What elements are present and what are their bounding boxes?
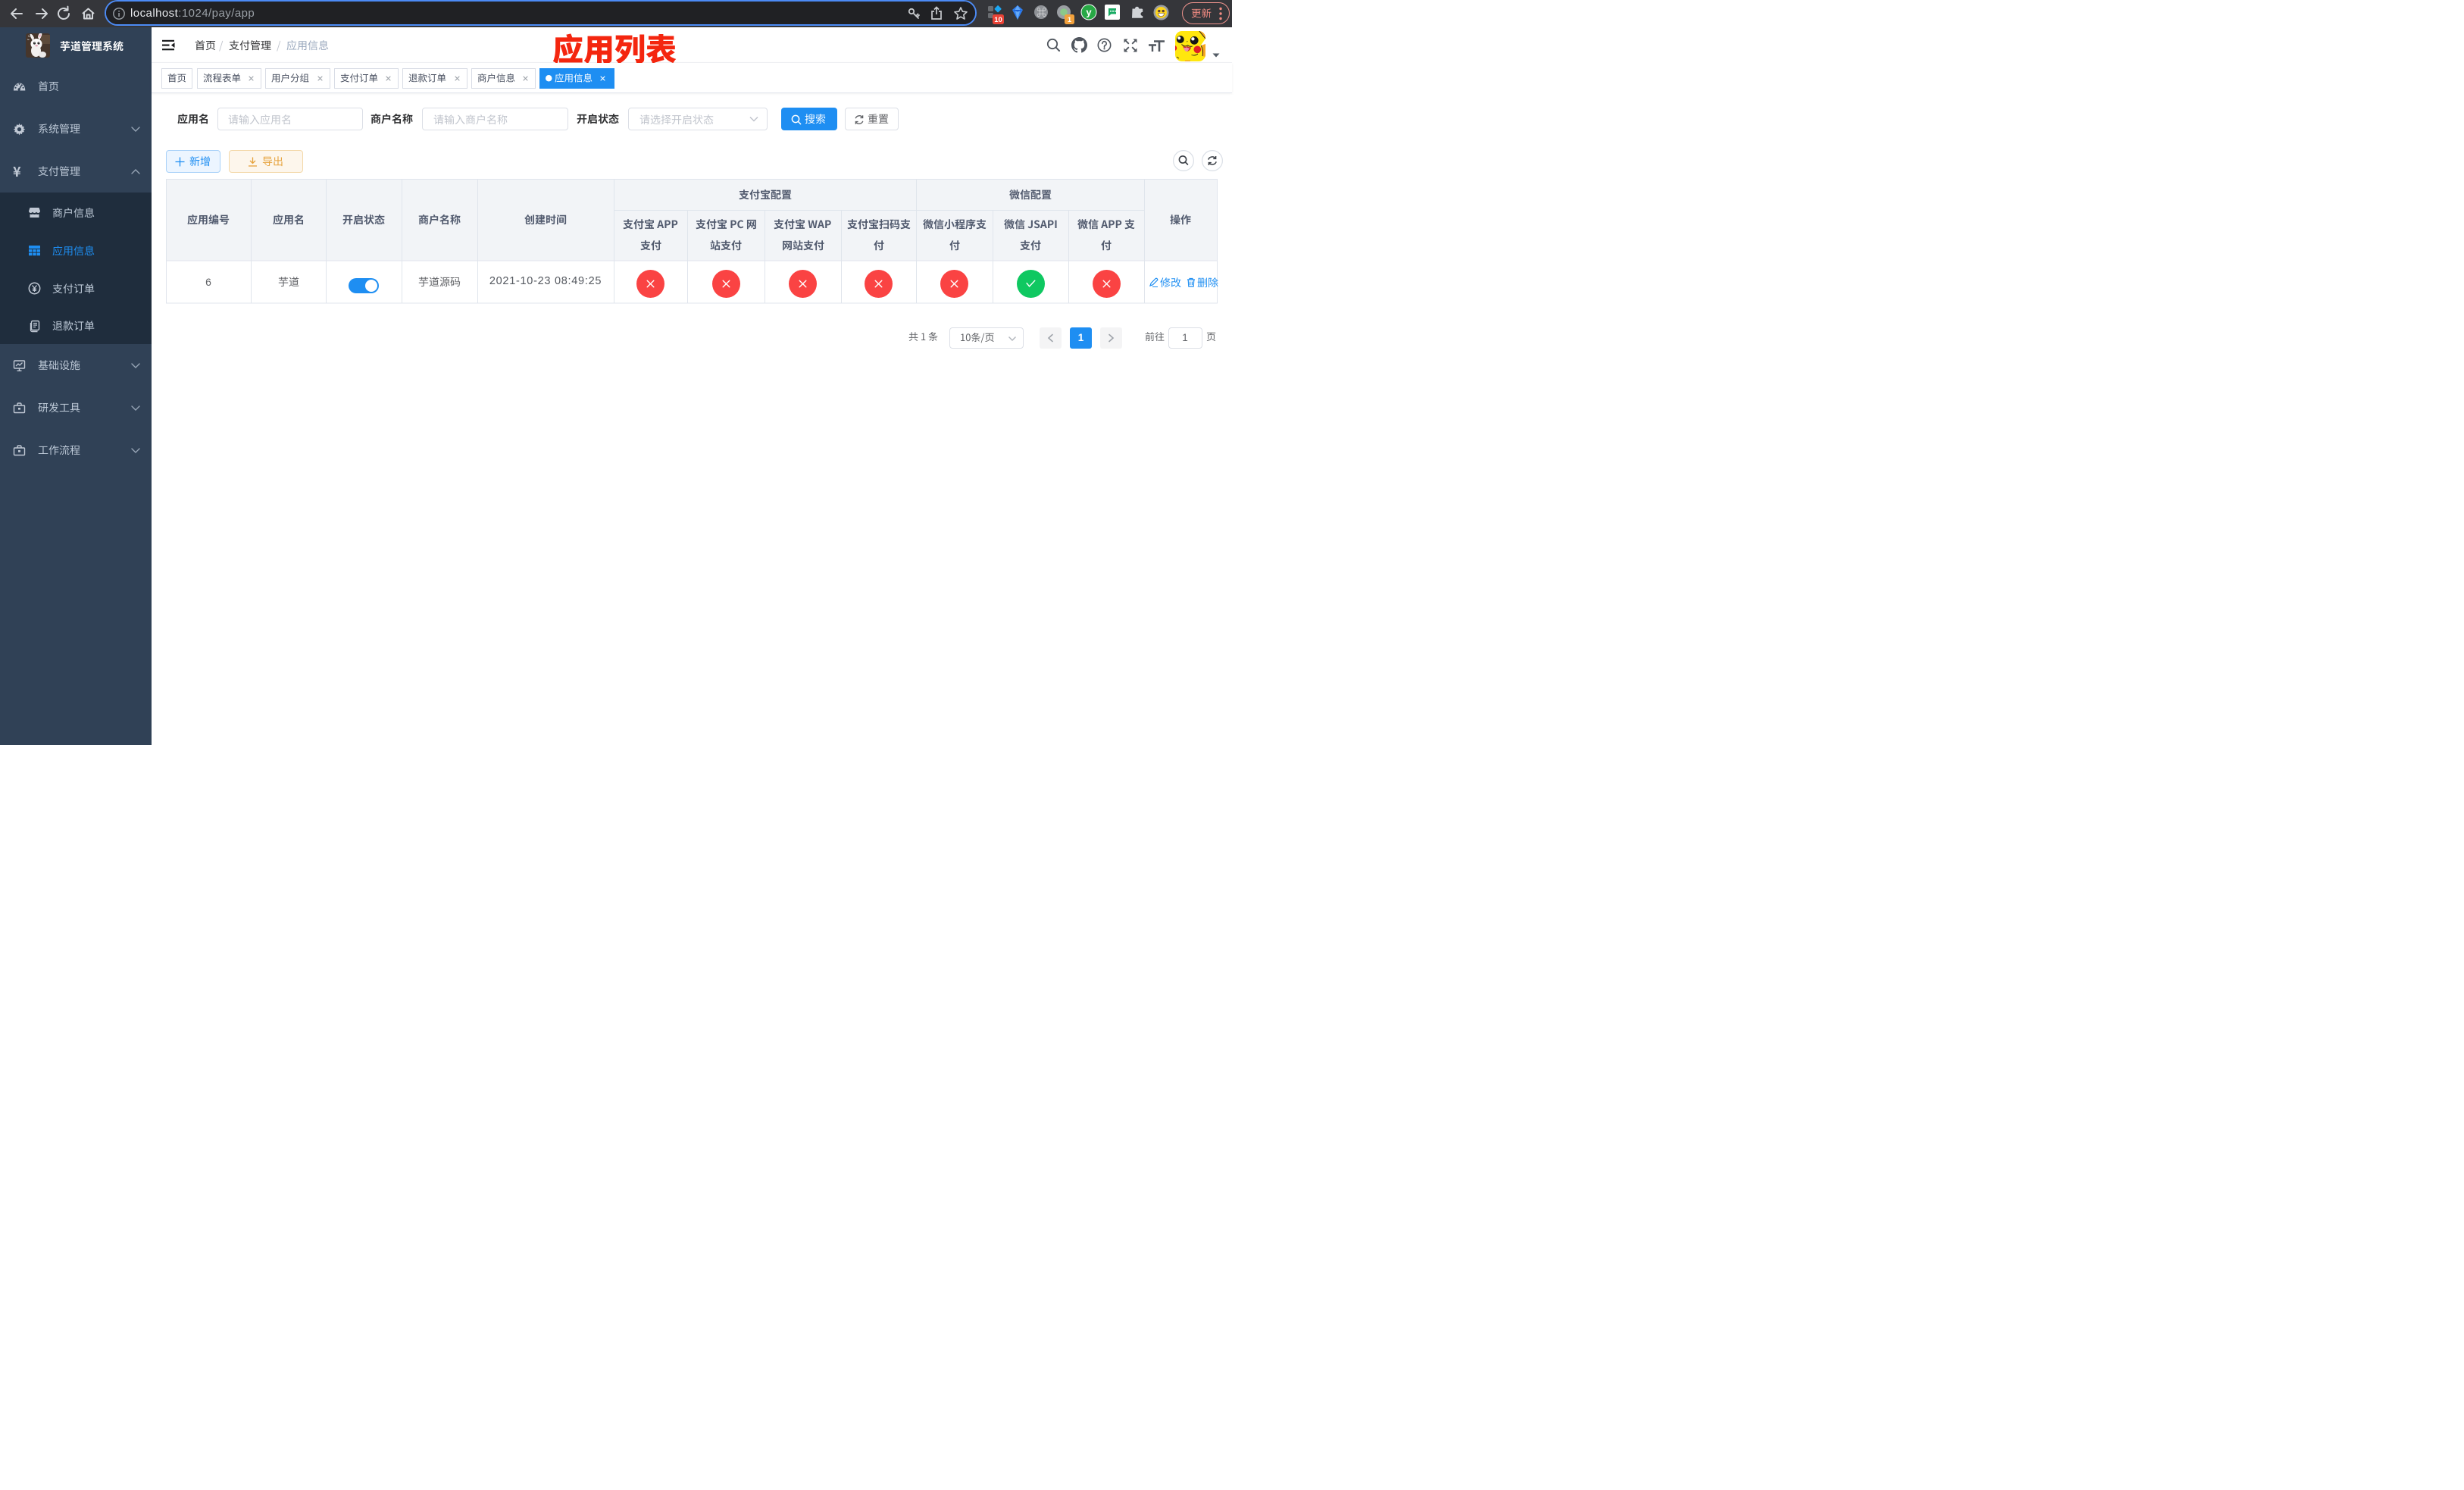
svg-text:y: y [1086, 7, 1092, 18]
svg-text:10: 10 [994, 16, 1002, 24]
svg-text:1: 1 [1068, 16, 1072, 24]
